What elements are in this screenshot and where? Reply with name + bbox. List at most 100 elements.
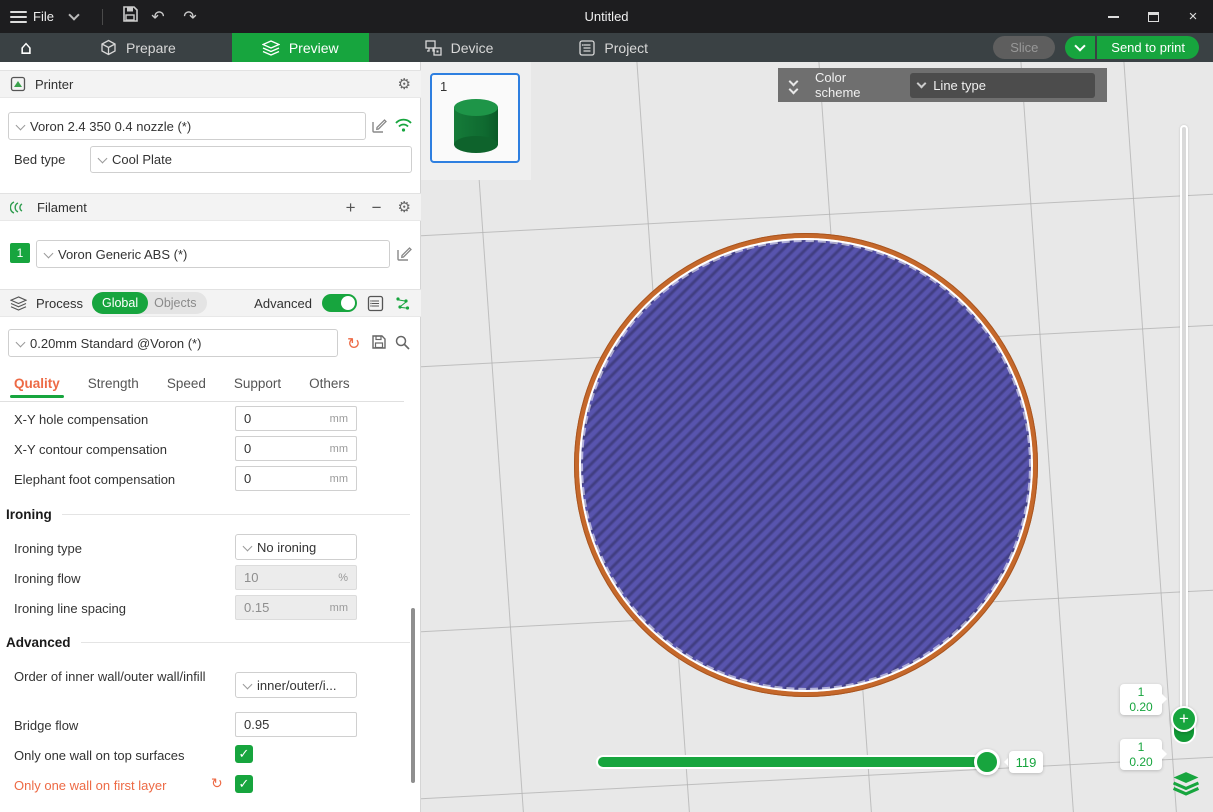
tab-preview[interactable]: Preview bbox=[232, 33, 369, 62]
setting-label: Order of inner wall/outer wall/infill bbox=[14, 668, 214, 687]
ironing-type-dropdown[interactable]: No ironing bbox=[235, 534, 357, 560]
preview-viewport[interactable]: 1 Color scheme Line type 119 1 0.20 1 0. bbox=[421, 62, 1213, 812]
only-one-wall-first-layer-checkbox[interactable]: ✓ bbox=[235, 775, 253, 793]
bridge-flow-input[interactable] bbox=[235, 712, 357, 737]
grid-line bbox=[421, 192, 1213, 237]
ironing-section-title: Ironing bbox=[6, 507, 52, 522]
close-button[interactable]: × bbox=[1173, 0, 1213, 33]
xy-contour-compensation-input[interactable]: mm bbox=[235, 436, 357, 461]
filament-settings-gear-icon[interactable]: ⚙ bbox=[398, 198, 411, 216]
setting-label: Elephant foot compensation bbox=[14, 472, 175, 487]
add-filament-button[interactable]: + bbox=[346, 199, 356, 216]
reset-setting-icon[interactable]: ↻ bbox=[211, 776, 223, 792]
filament-preset-dropdown[interactable]: Voron Generic ABS (*) bbox=[36, 240, 390, 268]
process-scope-toggle[interactable]: Global Objects bbox=[92, 292, 207, 314]
process-section-title: Process bbox=[36, 296, 83, 311]
minimize-button[interactable] bbox=[1093, 0, 1133, 33]
setting-label: X-Y hole compensation bbox=[14, 412, 148, 427]
app-window: File ↶ ↷ Untitled × ⌂ Prepare Preview bbox=[0, 0, 1213, 812]
cube-icon bbox=[100, 39, 117, 56]
filament-section-header: Filament + − ⚙ bbox=[0, 193, 421, 221]
printer-section-title: Printer bbox=[35, 77, 73, 92]
redo-button[interactable]: ↷ bbox=[177, 7, 203, 26]
edit-filament-icon[interactable] bbox=[396, 245, 414, 263]
printer-preset-dropdown[interactable]: Voron 2.4 350 0.4 nozzle (*) bbox=[8, 112, 366, 140]
edit-printer-icon[interactable] bbox=[371, 117, 389, 135]
maximize-button[interactable] bbox=[1133, 0, 1173, 33]
ironing-line-spacing-input: mm bbox=[235, 595, 357, 620]
printer-icon bbox=[10, 76, 26, 92]
tab-prepare[interactable]: Prepare bbox=[70, 33, 206, 62]
elephant-foot-compensation-input[interactable]: mm bbox=[235, 466, 357, 491]
tab-strength[interactable]: Strength bbox=[74, 372, 153, 391]
layer-slider-handle-top[interactable]: + bbox=[1171, 706, 1197, 732]
slice-button[interactable]: Slice bbox=[993, 36, 1055, 59]
setting-label-modified: Only one wall on first layer bbox=[14, 778, 166, 793]
layers-icon bbox=[262, 40, 280, 56]
parameter-tree-icon[interactable] bbox=[394, 295, 411, 312]
send-options-button[interactable] bbox=[1065, 36, 1095, 59]
bed-type-dropdown[interactable]: Cool Plate bbox=[90, 146, 412, 173]
filament-slot-badge[interactable]: 1 bbox=[10, 243, 30, 263]
parameter-list-icon[interactable] bbox=[367, 295, 384, 312]
layer-slider-track[interactable] bbox=[1180, 125, 1188, 739]
main-tabbar: ⌂ Prepare Preview Device Project Slice S… bbox=[0, 33, 1213, 62]
tab-others[interactable]: Others bbox=[295, 372, 364, 391]
xy-hole-compensation-input[interactable]: mm bbox=[235, 406, 357, 431]
project-icon bbox=[579, 40, 595, 56]
process-preset-dropdown[interactable]: 0.20mm Standard @Voron (*) bbox=[8, 329, 338, 357]
layer-tooltip-top: 1 0.20 bbox=[1120, 684, 1162, 715]
tab-support[interactable]: Support bbox=[220, 372, 295, 391]
layer-tooltip-bottom: 1 0.20 bbox=[1120, 739, 1162, 770]
search-preset-icon[interactable] bbox=[394, 334, 412, 352]
tab-project[interactable]: Project bbox=[549, 33, 678, 62]
file-menu-chevron-icon[interactable] bbox=[68, 9, 79, 20]
send-to-print-button[interactable]: Send to print bbox=[1097, 36, 1199, 59]
plate-number: 1 bbox=[440, 79, 447, 94]
panel-scrollbar[interactable] bbox=[411, 608, 415, 783]
move-slider-track[interactable] bbox=[598, 757, 992, 767]
move-slider-value: 119 bbox=[1009, 751, 1043, 773]
printer-connection-wifi-icon[interactable] bbox=[394, 117, 412, 135]
setting-label: Ironing type bbox=[14, 541, 82, 556]
setting-label: Only one wall on top surfaces bbox=[14, 748, 185, 763]
bed-type-label: Bed type bbox=[14, 152, 65, 167]
setting-label: Bridge flow bbox=[14, 718, 78, 733]
tab-quality[interactable]: Quality bbox=[0, 372, 74, 391]
scope-global[interactable]: Global bbox=[92, 292, 148, 314]
ironing-flow-input: % bbox=[235, 565, 357, 590]
color-scheme-label: Color scheme bbox=[815, 70, 890, 100]
printer-settings-gear-icon[interactable]: ⚙ bbox=[398, 75, 411, 93]
only-one-wall-top-checkbox[interactable]: ✓ bbox=[235, 745, 253, 763]
collapse-legend-icon[interactable] bbox=[790, 78, 797, 93]
ironing-section-band: Ironing bbox=[6, 507, 410, 522]
file-menu[interactable]: File bbox=[33, 9, 54, 24]
remove-filament-button[interactable]: − bbox=[372, 199, 382, 216]
plate-list: 1 bbox=[421, 62, 531, 180]
filament-icon bbox=[10, 200, 28, 215]
process-icon bbox=[10, 296, 27, 311]
move-slider-handle[interactable] bbox=[974, 749, 1000, 775]
sliced-layer-outer-wall bbox=[574, 233, 1038, 697]
tab-speed[interactable]: Speed bbox=[153, 372, 220, 391]
hamburger-menu-icon[interactable] bbox=[10, 11, 27, 23]
setting-label: Ironing line spacing bbox=[14, 601, 126, 616]
line-type-dropdown[interactable]: Line type bbox=[910, 73, 1095, 98]
advanced-section-title: Advanced bbox=[6, 635, 71, 650]
setting-label: X-Y contour compensation bbox=[14, 442, 167, 457]
save-button[interactable] bbox=[121, 5, 139, 28]
advanced-section-band: Advanced bbox=[6, 635, 410, 650]
layer-view-button[interactable] bbox=[1172, 770, 1200, 798]
home-button[interactable]: ⌂ bbox=[0, 33, 52, 62]
infill-gap-notches bbox=[579, 238, 1033, 692]
device-icon bbox=[425, 40, 442, 56]
plate-thumbnail[interactable]: 1 bbox=[430, 73, 520, 163]
legend-bar: Color scheme Line type bbox=[778, 68, 1107, 102]
advanced-toggle[interactable] bbox=[322, 294, 357, 312]
undo-button[interactable]: ↶ bbox=[145, 7, 171, 26]
tab-device[interactable]: Device bbox=[395, 33, 524, 62]
scope-objects[interactable]: Objects bbox=[148, 296, 196, 310]
reset-preset-icon[interactable]: ↻ bbox=[347, 334, 360, 353]
wall-order-dropdown[interactable]: inner/outer/i... bbox=[235, 672, 357, 698]
save-preset-icon[interactable] bbox=[371, 334, 389, 352]
